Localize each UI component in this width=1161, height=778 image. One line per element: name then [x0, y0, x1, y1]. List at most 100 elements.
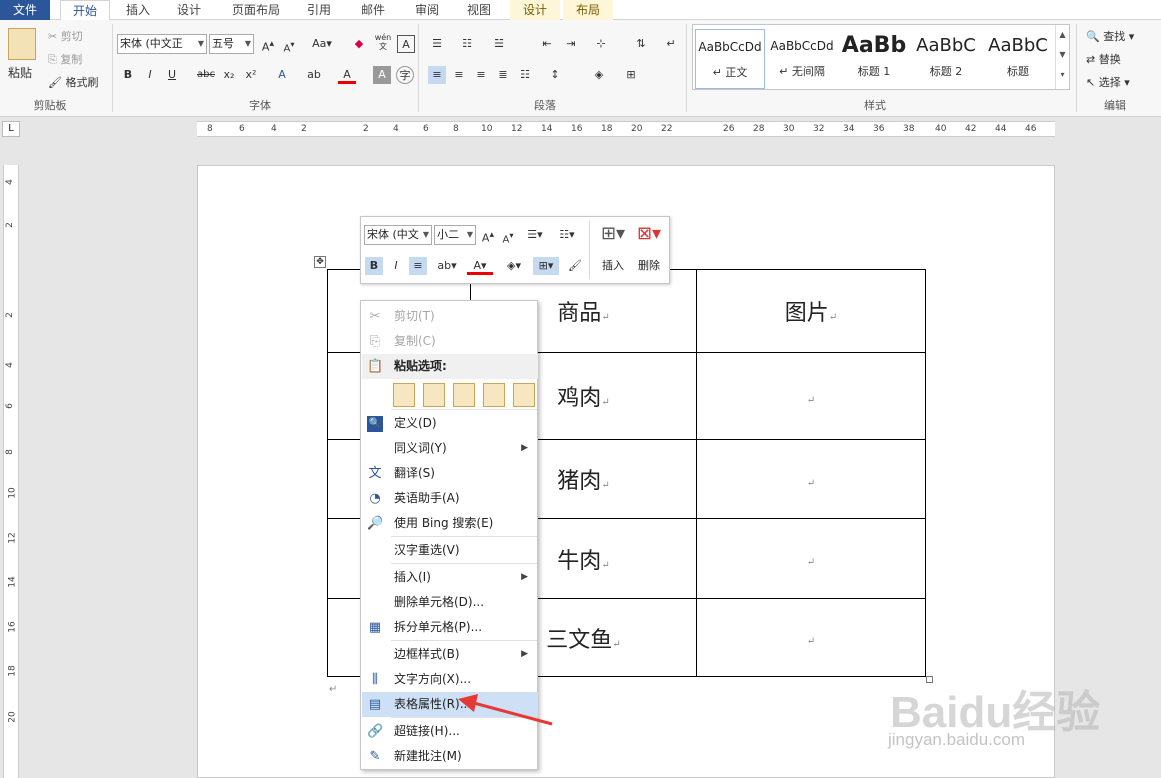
menu-item-insert[interactable]: 插入(I) ▶ [362, 565, 538, 590]
align-left-icon[interactable]: ≡ [428, 66, 446, 84]
paste-text-only-icon[interactable] [513, 383, 535, 407]
align-center-icon[interactable]: ≡ [450, 66, 468, 84]
change-case-button[interactable]: Aa▾ [308, 35, 336, 53]
distributed-icon[interactable]: ☷ [516, 66, 534, 84]
numbering-icon[interactable]: ☷ [458, 35, 476, 53]
phonetic-guide-button[interactable]: wén 文 [374, 33, 392, 51]
shading-icon[interactable]: ◈▾ [501, 257, 527, 275]
paste-nested-table-icon[interactable] [423, 383, 445, 407]
horizontal-ruler[interactable]: 8 6 4 2 2 4 6 8 10 12 14 16 18 20 22 26 … [197, 121, 1055, 137]
paste-merge-table-icon[interactable] [453, 383, 475, 407]
mini-italic-button[interactable]: I [387, 257, 405, 275]
replace-button[interactable]: ⇄ 替换 [1086, 51, 1121, 67]
table-cell[interactable]: 图片↵ [696, 269, 926, 353]
menu-item-bing-search[interactable]: 🔎 使用 Bing 搜索(E) [362, 511, 538, 536]
tab-page-layout[interactable]: 页面布局 [224, 0, 288, 20]
gallery-scroll[interactable]: ▲ ▼ ▾ [1055, 25, 1069, 89]
tab-home[interactable]: 开始 [60, 0, 110, 21]
char-shading-icon[interactable]: A [373, 66, 391, 84]
decrease-indent-icon[interactable]: ⇤ [538, 35, 556, 53]
menu-item-copy[interactable]: ⎘ 复制(C) [362, 329, 538, 354]
underline-button[interactable]: U [163, 66, 181, 84]
delete-table-icon[interactable]: ⊠▾ [633, 223, 665, 247]
menu-item-delete-cells[interactable]: 删除单元格(D)... [362, 590, 538, 615]
font-color-button[interactable]: A [338, 66, 356, 84]
menu-item-new-comment[interactable]: ✎ 新建批注(M) [362, 744, 538, 769]
grow-font-icon[interactable]: A▴ [259, 35, 277, 54]
menu-item-reconvert[interactable]: 汉字重选(V) [362, 538, 538, 563]
vertical-ruler[interactable]: 4 2 2 4 6 8 10 12 14 16 18 20 [3, 165, 19, 778]
mini-center-icon[interactable]: ≡ [409, 257, 427, 275]
table-cell[interactable]: ↵ [696, 598, 926, 677]
borders-icon[interactable]: ⊞ [622, 66, 640, 84]
menu-item-split-cells[interactable]: ▦ 拆分单元格(P)... [362, 615, 538, 640]
paste-button[interactable]: 粘贴 [8, 64, 32, 81]
mini-bold-button[interactable]: B [365, 257, 383, 275]
strikethrough-button[interactable]: abc [195, 66, 217, 84]
superscript-button[interactable]: x² [242, 66, 260, 84]
highlight-icon[interactable]: ab▾ [433, 257, 461, 275]
tab-selector[interactable]: L [2, 121, 20, 137]
menu-item-translate[interactable]: 文翻译(S) [362, 461, 538, 486]
tab-design[interactable]: 设计 [168, 0, 210, 20]
multilevel-list-icon[interactable]: ☱ [490, 35, 508, 53]
bold-button[interactable]: B [119, 66, 137, 84]
tab-insert[interactable]: 插入 [117, 0, 159, 20]
tab-mailings[interactable]: 邮件 [352, 0, 394, 20]
table-cell[interactable]: ↵ [696, 352, 926, 440]
clear-format-icon[interactable]: ◆ [350, 35, 368, 53]
menu-item-text-direction[interactable]: ⫼ 文字方向(X)... [362, 667, 538, 692]
font-color-icon[interactable]: A▾ [467, 257, 493, 275]
tab-view[interactable]: 视图 [458, 0, 500, 20]
table-cell[interactable]: ↵ [696, 439, 926, 519]
paste-insert-rows-icon[interactable] [483, 383, 505, 407]
font-size-select[interactable]: 五号 ▼ [209, 34, 254, 54]
tab-review[interactable]: 审阅 [406, 0, 448, 20]
character-border-icon[interactable]: A [397, 35, 415, 53]
paste-icon[interactable] [8, 28, 36, 60]
select-button[interactable]: ↖ 选择 ▾ [1086, 74, 1130, 90]
borders-icon[interactable]: ⊞▾ [533, 257, 559, 275]
brush-icon[interactable]: 🖌 [566, 257, 584, 275]
style-no-spacing[interactable]: AaBbCcDd ↵ 无间隔 [767, 29, 837, 89]
show-marks-icon[interactable]: ↵ [662, 35, 680, 53]
highlight-icon[interactable]: ab [305, 66, 323, 84]
mini-font-select[interactable]: 宋体 (中文 ▼ [364, 225, 432, 245]
subscript-button[interactable]: x₂ [220, 66, 238, 84]
grow-font-icon[interactable]: A▴ [479, 226, 497, 245]
numbering-icon[interactable]: ☷▾ [553, 226, 581, 244]
shading-icon[interactable]: ◈ [590, 66, 608, 84]
justify-icon[interactable]: ≣ [494, 66, 512, 84]
font-name-select[interactable]: 宋体 (中文正 ▼ [117, 34, 207, 54]
style-heading-2[interactable]: AaBbC 标题 2 [911, 29, 981, 89]
tab-table-layout[interactable]: 布局 [563, 0, 613, 20]
shrink-font-icon[interactable]: A▾ [280, 35, 298, 54]
chinese-layout-icon[interactable]: ⊹ [592, 35, 610, 53]
mini-insert-label[interactable]: 插入 [597, 257, 629, 273]
cut-button[interactable]: ✂ 剪切 [48, 28, 83, 44]
line-spacing-icon[interactable]: ↕ [546, 66, 564, 84]
bullets-icon[interactable]: ☰ [428, 35, 446, 53]
bullets-icon[interactable]: ☰▾ [521, 226, 549, 244]
find-button[interactable]: 🔍 查找 ▾ [1086, 28, 1134, 44]
mini-size-select[interactable]: 小二 ▼ [434, 225, 476, 245]
sort-icon[interactable]: ⇅ [632, 35, 650, 53]
insert-table-icon[interactable]: ⊞▾ [597, 223, 629, 247]
italic-button[interactable]: I [141, 66, 159, 84]
table-cell[interactable]: ↵ [696, 518, 926, 599]
menu-item-define[interactable]: 🔍 定义(D) [362, 411, 538, 436]
table-move-handle-icon[interactable]: ✥ [314, 256, 326, 268]
text-effects-icon[interactable]: A [273, 66, 291, 84]
menu-item-border-styles[interactable]: 边框样式(B) ▶ [362, 642, 538, 667]
mini-delete-label[interactable]: 删除 [633, 257, 665, 273]
menu-item-english-assistant[interactable]: ◔ 英语助手(A) [362, 486, 538, 511]
menu-item-synonyms[interactable]: 同义词(Y) ▶ [362, 436, 538, 461]
align-right-icon[interactable]: ≡ [472, 66, 490, 84]
copy-button[interactable]: ⎘ 复制 [48, 51, 82, 67]
menu-item-cut[interactable]: ✂ 剪切(T) [362, 304, 538, 329]
increase-indent-icon[interactable]: ⇥ [562, 35, 580, 53]
tab-file[interactable]: 文件 [0, 0, 50, 20]
paste-keep-source-icon[interactable] [393, 383, 415, 407]
shrink-font-icon[interactable]: A▾ [499, 226, 517, 245]
style-heading-1[interactable]: AaBb 标题 1 [839, 29, 909, 89]
